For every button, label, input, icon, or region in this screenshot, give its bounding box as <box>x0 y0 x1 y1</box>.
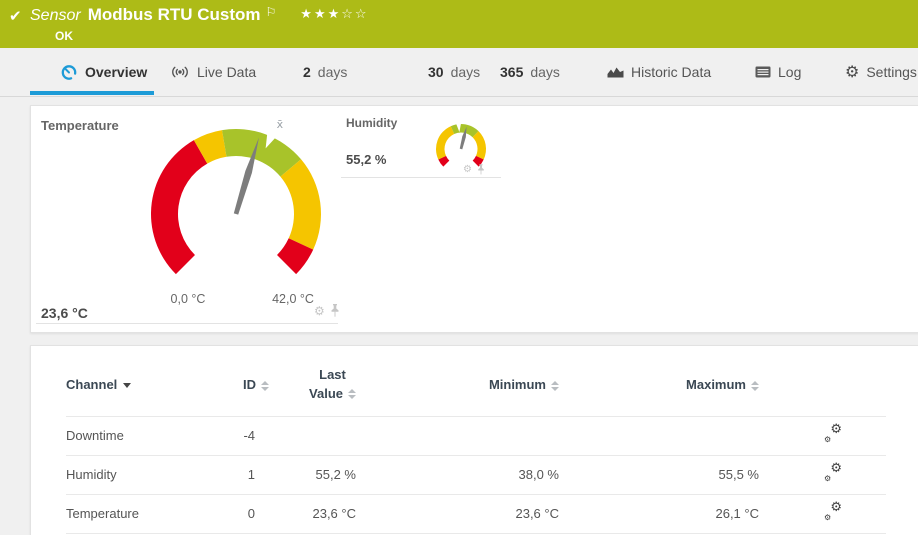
channel-minimum <box>356 416 559 456</box>
channel-name[interactable]: Temperature <box>66 494 196 534</box>
channel-id: -4 <box>196 416 269 456</box>
stars-filled: ★★★ <box>300 7 342 22</box>
channels-table: Channel ID Last Value Minimum Maximum Do… <box>66 346 886 534</box>
tab-settings[interactable]: ⚙ Settings <box>845 48 917 95</box>
table-header-row: Channel ID Last Value Minimum Maximum <box>66 346 886 417</box>
stars-empty: ☆☆ <box>341 7 369 22</box>
log-icon <box>755 66 771 77</box>
temperature-cell-divider <box>36 323 338 324</box>
humidity-current-value: 55,2 % <box>346 152 387 167</box>
temperature-current-value: 23,6 °C <box>41 305 88 321</box>
active-tab-underline <box>30 91 154 95</box>
sort-desc-icon <box>123 383 132 389</box>
sensor-header: ✔ Sensor Modbus RTU Custom ⚐ ★★★☆☆ OK <box>0 0 918 48</box>
gauge-min-label: 0,0 °C <box>170 292 206 306</box>
tab-log[interactable]: Log <box>755 48 801 95</box>
channel-minimum: 38,0 % <box>356 455 559 495</box>
gear-icon: ⚙ <box>845 61 860 81</box>
page-title: Modbus RTU Custom <box>87 5 261 24</box>
channel-minimum: 23,6 °C <box>356 494 559 534</box>
channel-name[interactable]: Humidity <box>66 455 196 495</box>
sort-icon <box>751 380 759 391</box>
header-minimum[interactable]: Minimum <box>356 346 559 417</box>
channel-maximum: 55,5 % <box>559 455 759 495</box>
tab-overview-label: Overview <box>85 63 148 80</box>
header-last-line2: Value <box>309 385 343 401</box>
sort-icon <box>551 380 559 391</box>
status-check-icon: ✔ <box>9 7 22 25</box>
gauge-settings-icon[interactable]: ⚙ <box>463 164 472 175</box>
channel-id: 1 <box>196 455 269 495</box>
live-data-icon <box>172 66 188 77</box>
table-row-downtime: Downtime -4 ⚙ ⚙ <box>66 416 886 456</box>
sensor-title-line: Sensor Modbus RTU Custom ⚐ ★★★☆☆ <box>30 5 369 25</box>
channel-id: 0 <box>196 494 269 534</box>
tab-2-days[interactable]: 2 days <box>303 48 347 95</box>
temperature-gauge-tools: ⚙ <box>314 304 340 317</box>
tab-365-days[interactable]: 365 days <box>500 48 560 95</box>
channel-last-value: 23,6 °C <box>269 494 356 534</box>
svg-text:x̄: x̄ <box>277 118 284 131</box>
tab-live-data[interactable]: Live Data <box>170 48 256 95</box>
gauge-settings-icon[interactable]: ⚙ <box>314 305 325 317</box>
channel-settings-icon[interactable]: ⚙ ⚙ <box>824 423 842 444</box>
object-kind-label: Sensor <box>30 7 81 24</box>
tab-bar: Overview Live Data 2 days 30 days 365 da… <box>0 48 918 97</box>
channel-maximum <box>559 416 759 456</box>
header-maximum[interactable]: Maximum <box>559 346 759 417</box>
humidity-cell-divider <box>341 177 501 178</box>
channels-table-panel: Channel ID Last Value Minimum Maximum Do… <box>30 345 918 535</box>
tab-30-days[interactable]: 30 days <box>428 48 480 95</box>
channel-settings-icon[interactable]: ⚙ ⚙ <box>824 501 842 522</box>
prtg-sensor-page: ✔ Sensor Modbus RTU Custom ⚐ ★★★☆☆ OK Overv… <box>0 0 918 535</box>
tab-settings-label: Settings <box>866 63 917 80</box>
tab-overview[interactable]: Overview <box>30 48 154 95</box>
tab-2-days-number: 2 <box>303 63 311 80</box>
tab-30-days-number: 30 <box>428 63 444 80</box>
pin-icon[interactable] <box>477 164 485 175</box>
tab-live-data-label: Live Data <box>197 63 257 80</box>
flag-icon[interactable]: ⚐ <box>266 5 277 19</box>
tab-365-days-unit: days <box>530 63 560 80</box>
tab-historic-data[interactable]: Historic Data <box>607 48 711 95</box>
header-id[interactable]: ID <box>196 346 269 417</box>
status-badge: OK <box>55 29 73 43</box>
humidity-gauge-tools: ⚙ <box>463 164 485 175</box>
header-last-line1: Last <box>319 367 346 382</box>
tab-log-label: Log <box>778 63 802 80</box>
gauges-panel: Temperature x̄ 0,0 °C 42,0 °C 23,6 °C ⚙ … <box>30 105 918 333</box>
header-channel[interactable]: Channel <box>66 346 196 417</box>
gauge-icon <box>61 64 77 80</box>
pin-icon[interactable] <box>330 304 340 317</box>
tab-2-days-unit: days <box>317 63 348 80</box>
historic-data-icon <box>607 67 624 78</box>
humidity-gauge-title: Humidity <box>346 116 398 130</box>
tab-historic-data-label: Historic Data <box>631 63 712 80</box>
channel-last-value <box>269 416 356 456</box>
channel-settings-icon[interactable]: ⚙ ⚙ <box>824 462 842 483</box>
temperature-gauge-title: Temperature <box>41 118 119 133</box>
table-row-temperature: Temperature 0 23,6 °C 23,6 °C 26,1 °C ⚙ ⚙ <box>66 494 886 534</box>
tab-365-days-number: 365 <box>500 63 524 80</box>
channel-name[interactable]: Downtime <box>66 416 196 456</box>
table-row-humidity: Humidity 1 55,2 % 38,0 % 55,5 % ⚙ ⚙ <box>66 455 886 495</box>
header-last-value[interactable]: Last Value <box>269 346 356 417</box>
sort-icon <box>348 389 356 400</box>
channel-last-value: 55,2 % <box>269 455 356 495</box>
channel-maximum: 26,1 °C <box>559 494 759 534</box>
temperature-gauge: x̄ <box>151 118 321 275</box>
priority-stars[interactable]: ★★★☆☆ <box>300 7 368 22</box>
sort-icon <box>261 380 269 391</box>
tab-30-days-unit: days <box>450 63 481 80</box>
